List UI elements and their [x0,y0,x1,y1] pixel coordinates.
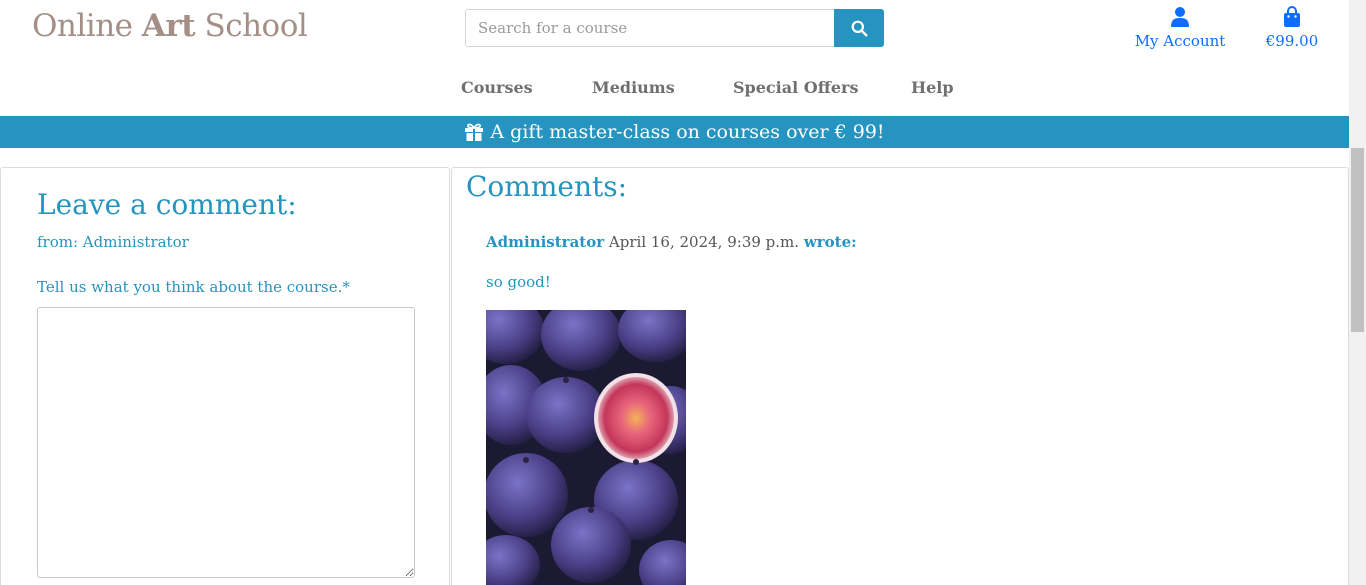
user-icon [1171,7,1189,27]
page: Online Art School My Account [0,0,1349,585]
banner-text: A gift master-class on courses over € 99… [490,121,885,143]
search-icon [851,20,867,36]
nav-courses[interactable]: Courses [461,78,533,97]
search-form [465,9,884,47]
comment-from: from: Administrator [37,233,189,251]
page-scrollbar[interactable] [1349,0,1366,585]
comments-title: Comments: [466,170,628,203]
scrollbar-thumb[interactable] [1351,148,1364,332]
comment-wrote: wrote: [803,233,857,251]
comment-form-panel: Leave a comment: from: Administrator Tel… [0,167,450,585]
comments-panel: Comments: Administrator April 16, 2024, … [451,167,1349,585]
comment-header: Administrator April 16, 2024, 9:39 p.m. … [486,233,857,251]
nav-help[interactable]: Help [911,78,954,97]
site-logo[interactable]: Online Art School [32,8,308,44]
gift-icon [464,122,484,142]
comment-prompt-label: Tell us what you think about the course.… [37,278,350,296]
comment-textarea[interactable] [37,307,415,578]
cart-total: €99.00 [1265,32,1319,50]
my-account-link[interactable]: My Account [1132,4,1228,50]
nav-mediums[interactable]: Mediums [592,78,675,97]
logo-prefix: Online [32,8,133,44]
comment-date: April 16, 2024, 9:39 p.m. [608,233,800,251]
comment-text: so good! [486,273,551,291]
comment-form-title: Leave a comment: [37,188,297,221]
nav-special-offers[interactable]: Special Offers [733,78,858,97]
main-nav: Courses Mediums Special Offers Help [0,78,1349,100]
comment-author: Administrator [486,233,605,251]
cart-link[interactable]: €99.00 [1258,4,1326,50]
logo-bold: Art [141,8,196,44]
search-input[interactable] [465,9,835,47]
logo-suffix: School [204,8,308,44]
promo-banner: A gift master-class on courses over € 99… [0,116,1349,148]
my-account-label: My Account [1134,32,1226,50]
search-button[interactable] [834,9,884,47]
shopping-bag-icon [1284,6,1300,27]
comment-image [486,310,686,585]
